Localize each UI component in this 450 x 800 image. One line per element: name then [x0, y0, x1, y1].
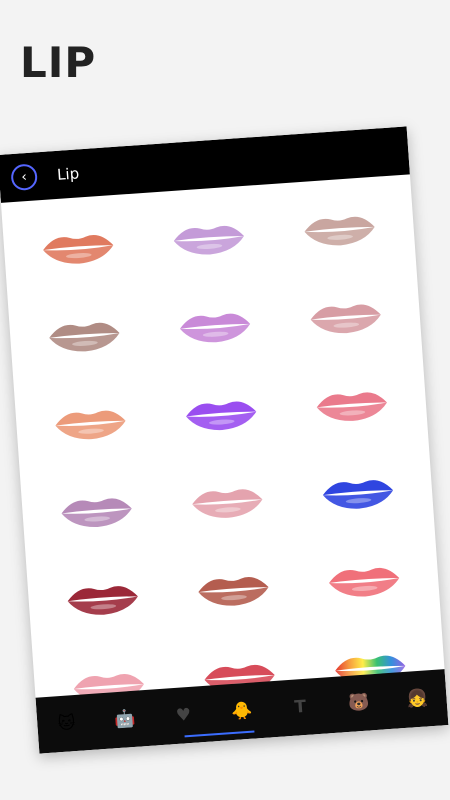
lip-sticker-lip-burgundy[interactable]	[34, 550, 171, 647]
lip-sticker-lip-mauve[interactable]	[28, 463, 165, 560]
text-icon[interactable]: T	[285, 692, 315, 722]
lip-sticker-lip-lavender[interactable]	[146, 278, 283, 375]
lip-sticker-lip-lilac[interactable]	[140, 190, 277, 287]
lip-icon	[61, 498, 132, 527]
lip-sticker-lip-coral[interactable]	[9, 199, 146, 296]
heart-icon[interactable]: ♥	[169, 700, 199, 730]
duck-sticker-icon[interactable]: 🐥	[227, 696, 257, 726]
phone-mockup: ‹ Lip 🐱 🤖 ♥ 🐥 T 🐻 👧	[0, 126, 449, 754]
lip-icon	[48, 322, 120, 352]
lip-sticker-lip-violet[interactable]	[153, 366, 290, 463]
lip-grid	[1, 174, 447, 735]
lip-icon	[179, 313, 251, 343]
page-title: LIP	[20, 38, 97, 87]
lip-sticker-lip-brown[interactable]	[165, 541, 302, 638]
lip-sticker-lip-nude-glossy[interactable]	[15, 287, 152, 384]
lip-sticker-lip-peach[interactable]	[22, 375, 159, 472]
lip-icon	[42, 235, 113, 264]
app-bar-title: Lip	[56, 164, 80, 184]
lip-sticker-lip-rose[interactable]	[277, 269, 414, 366]
lip-sticker-lip-salmon[interactable]	[296, 532, 433, 629]
back-button[interactable]: ‹	[10, 163, 39, 192]
lip-icon	[192, 489, 263, 518]
chevron-left-icon: ‹	[20, 169, 28, 186]
robot-sticker-icon[interactable]: 🤖	[110, 705, 140, 735]
lip-icon	[186, 401, 257, 431]
girl-sticker-icon[interactable]: 👧	[402, 684, 432, 714]
lip-icon	[323, 480, 394, 509]
lip-icon	[67, 586, 138, 615]
lip-icon	[55, 410, 126, 440]
lip-icon	[329, 567, 400, 597]
lip-icon	[198, 577, 269, 606]
lip-icon	[317, 392, 388, 421]
lip-sticker-lip-nude-light[interactable]	[271, 181, 408, 278]
bear-sticker-icon[interactable]: 🐻	[344, 688, 374, 718]
lip-icon	[173, 225, 245, 255]
lip-icon	[310, 304, 382, 334]
lip-sticker-lip-pink-light[interactable]	[159, 453, 296, 550]
lip-sticker-lip-pink[interactable]	[284, 356, 421, 453]
cat-sticker-icon[interactable]: 🐱	[52, 709, 82, 739]
lip-sticker-lip-blue[interactable]	[290, 444, 427, 541]
active-tab-indicator	[184, 730, 255, 738]
lip-icon	[304, 216, 376, 246]
